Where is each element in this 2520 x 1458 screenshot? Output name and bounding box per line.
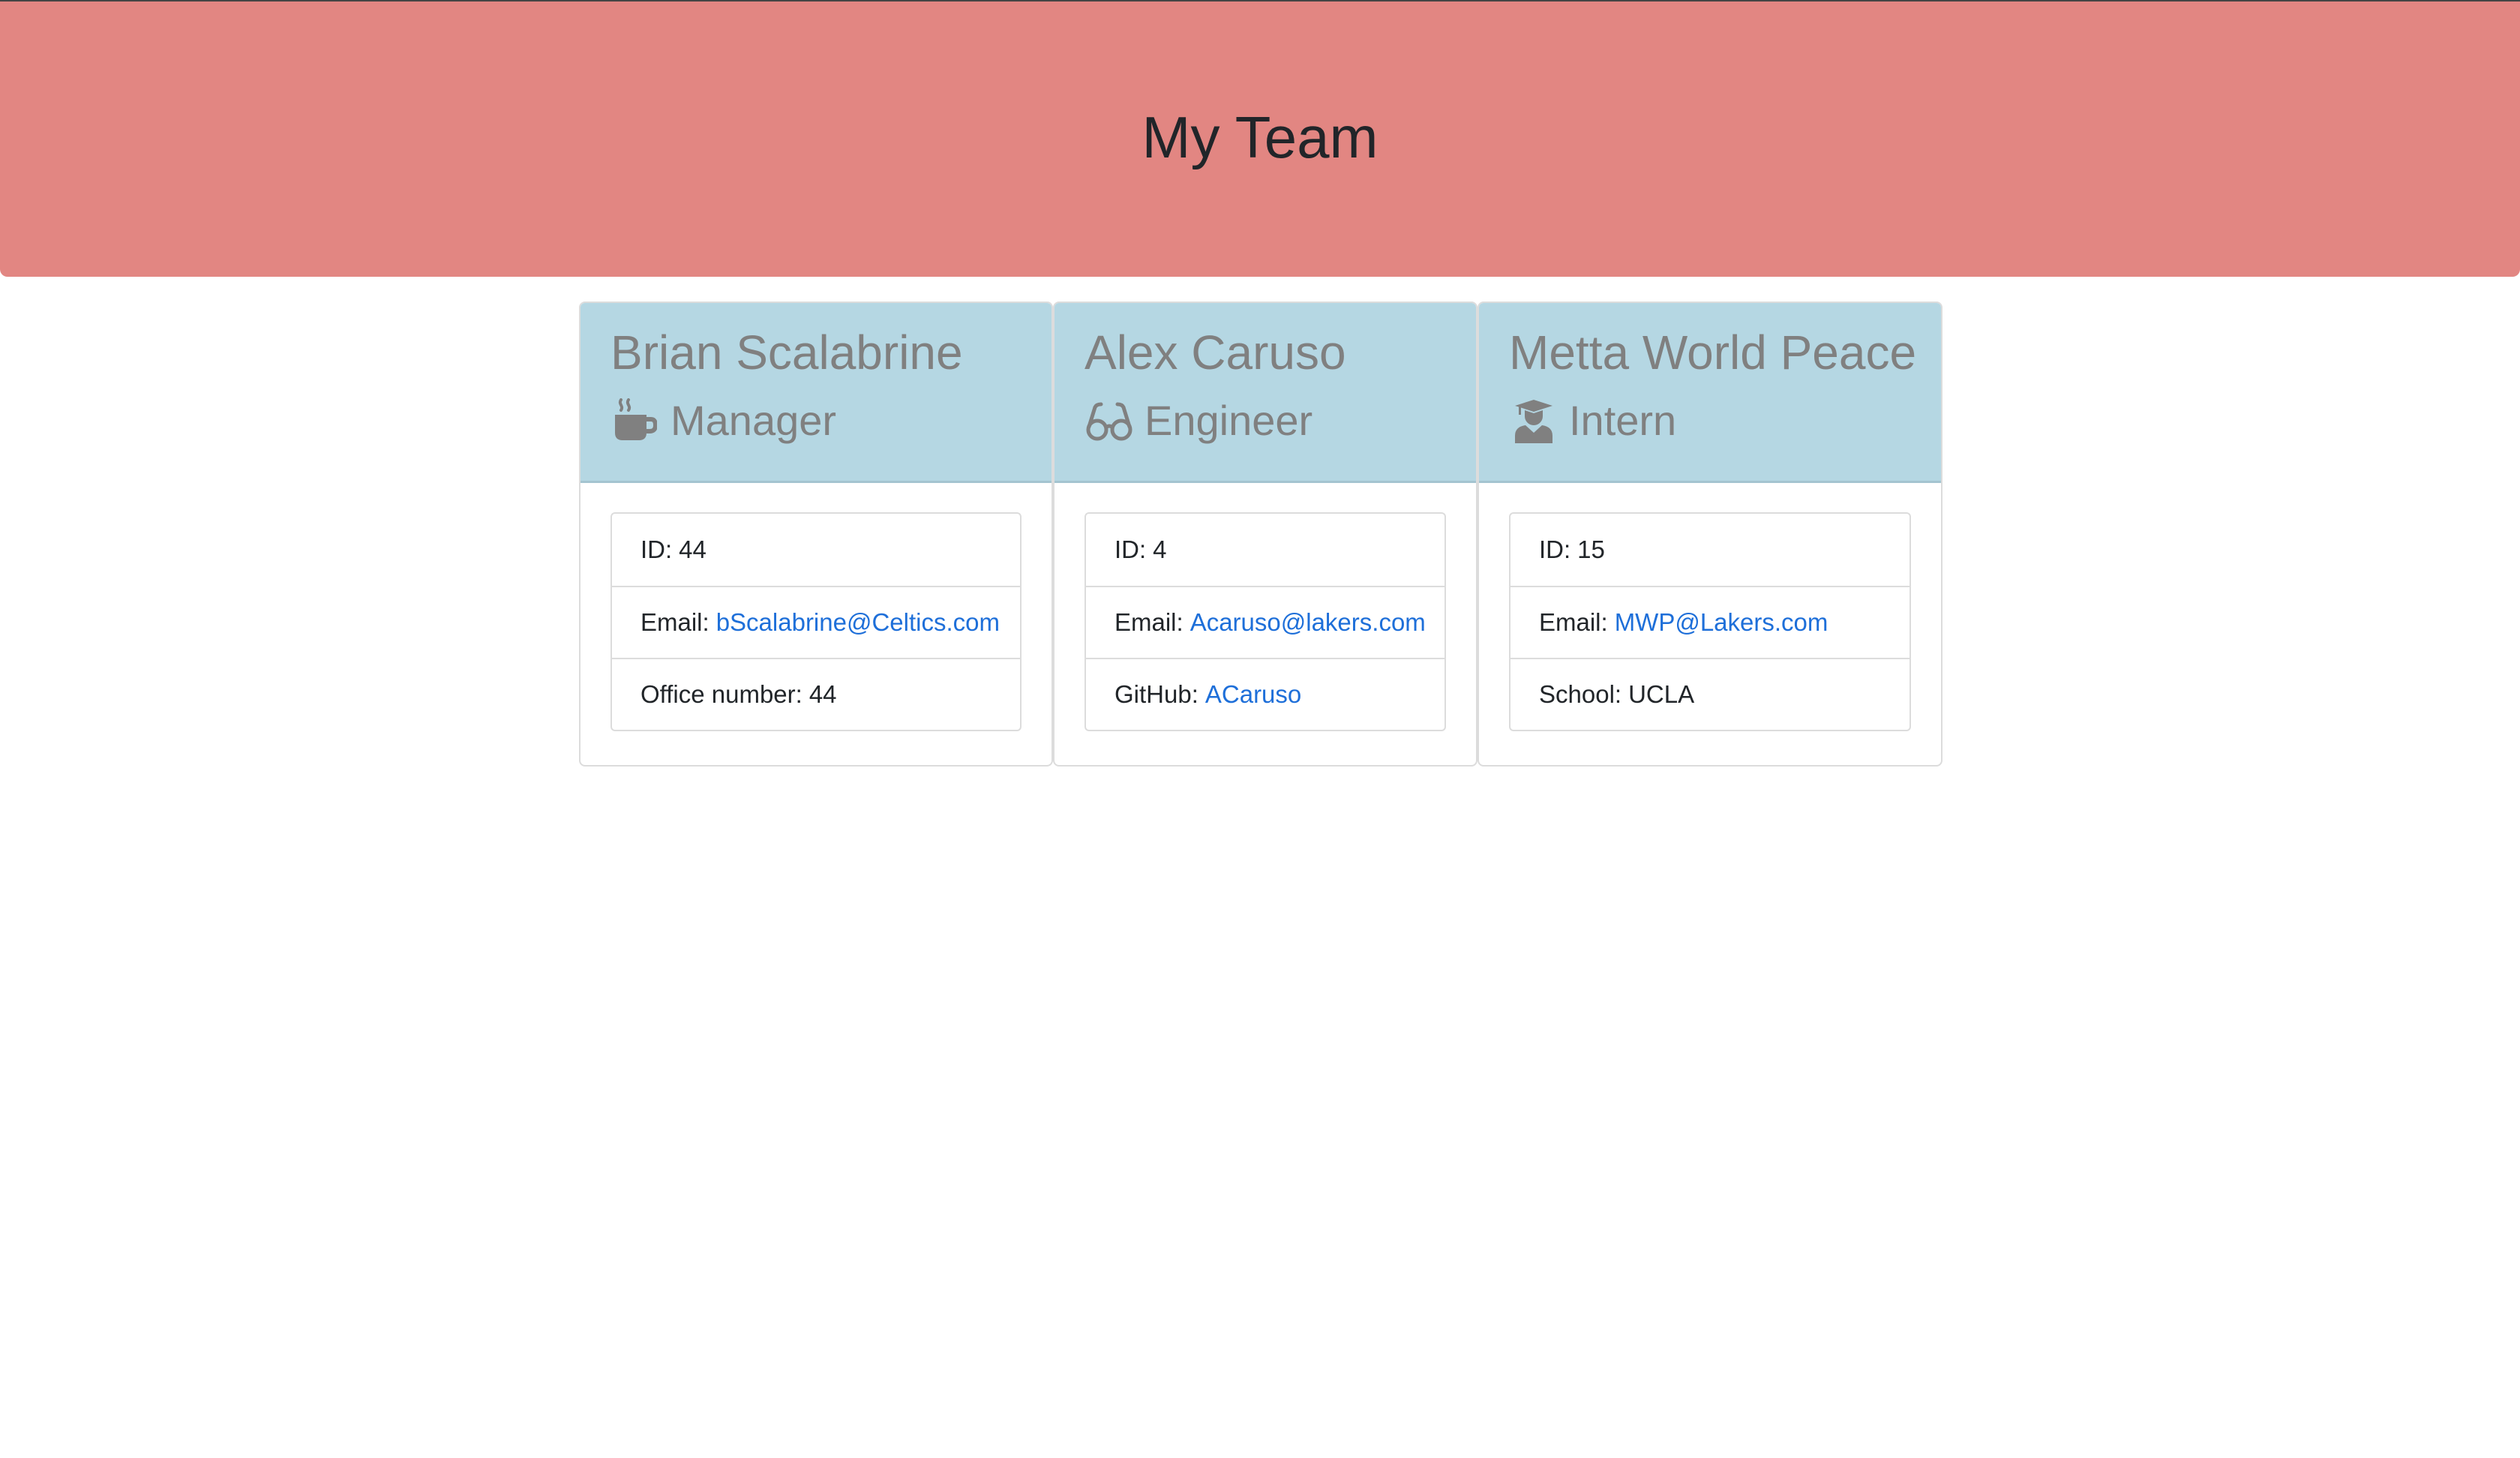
card-header: Brian Scalabrine Manager (580, 303, 1052, 483)
page-header: My Team (0, 0, 2520, 277)
card-header: Alex Caruso Engineer (1054, 303, 1476, 483)
id-value: 4 (1153, 536, 1167, 563)
employee-card-engineer: Alex Caruso Engineer ID: 4 Email: Acarus… (1053, 302, 1478, 766)
email-label: Email: (1114, 608, 1184, 636)
graduate-icon (1509, 398, 1558, 443)
school-label: School: (1539, 680, 1622, 708)
role-label: Engineer (1144, 397, 1313, 444)
coffee-mug-icon (610, 398, 660, 443)
employee-role: Manager (610, 394, 1022, 447)
email-label: Email: (1539, 608, 1608, 636)
employee-email-row: Email: MWP@Lakers.com (1510, 586, 1910, 658)
school-value: UCLA (1628, 680, 1695, 708)
github-row: GitHub: ACaruso (1086, 658, 1444, 730)
email-link[interactable]: Acaruso@lakers.com (1190, 608, 1426, 637)
id-label: ID: (1114, 536, 1147, 563)
github-link[interactable]: ACaruso (1205, 680, 1301, 709)
id-value: 15 (1577, 536, 1605, 563)
employee-details: ID: 4 Email: Acaruso@lakers.com GitHub: … (1084, 512, 1446, 731)
id-label: ID: (1539, 536, 1571, 563)
email-link[interactable]: bScalabrine@Celtics.com (716, 608, 1000, 637)
office-number-value: 44 (808, 680, 837, 708)
id-label: ID: (640, 536, 673, 563)
role-label: Intern (1569, 397, 1677, 444)
page-title: My Team (1142, 104, 1378, 170)
employee-role: Intern (1509, 394, 1911, 447)
employee-email-row: Email: Acaruso@lakers.com (1086, 586, 1444, 658)
id-value: 44 (679, 536, 706, 563)
office-number-label: Office number: (640, 680, 802, 708)
github-label: GitHub: (1114, 680, 1198, 708)
card-body: ID: 44 Email: bScalabrine@Celtics.com Of… (580, 483, 1052, 731)
glasses-icon (1084, 398, 1134, 443)
card-body: ID: 15 Email: MWP@Lakers.com School: UCL… (1479, 483, 1941, 731)
employee-email-row: Email: bScalabrine@Celtics.com (612, 586, 1020, 658)
email-label: Email: (640, 608, 710, 636)
employee-card-manager: Brian Scalabrine Manager ID: 44 Email: b… (579, 302, 1053, 766)
employee-card-intern: Metta World Peace Intern ID: 15 Email: M… (1478, 302, 1942, 766)
employee-id-row: ID: 4 (1086, 514, 1444, 586)
employee-name: Alex Caruso (1084, 326, 1346, 380)
employee-name: Metta World Peace (1509, 326, 1917, 380)
role-label: Manager (670, 397, 837, 444)
card-body: ID: 4 Email: Acaruso@lakers.com GitHub: … (1054, 483, 1476, 731)
employee-id-row: ID: 44 (612, 514, 1020, 586)
team-cards: Brian Scalabrine Manager ID: 44 Email: b… (579, 302, 1942, 766)
employee-details: ID: 15 Email: MWP@Lakers.com School: UCL… (1509, 512, 1911, 731)
school-row: School: UCLA (1510, 658, 1910, 730)
email-link[interactable]: MWP@Lakers.com (1615, 608, 1828, 637)
employee-name: Brian Scalabrine (610, 326, 963, 380)
card-header: Metta World Peace Intern (1479, 303, 1941, 483)
office-number-row: Office number: 44 (612, 658, 1020, 730)
employee-id-row: ID: 15 (1510, 514, 1910, 586)
employee-role: Engineer (1084, 394, 1446, 447)
employee-details: ID: 44 Email: bScalabrine@Celtics.com Of… (610, 512, 1022, 731)
